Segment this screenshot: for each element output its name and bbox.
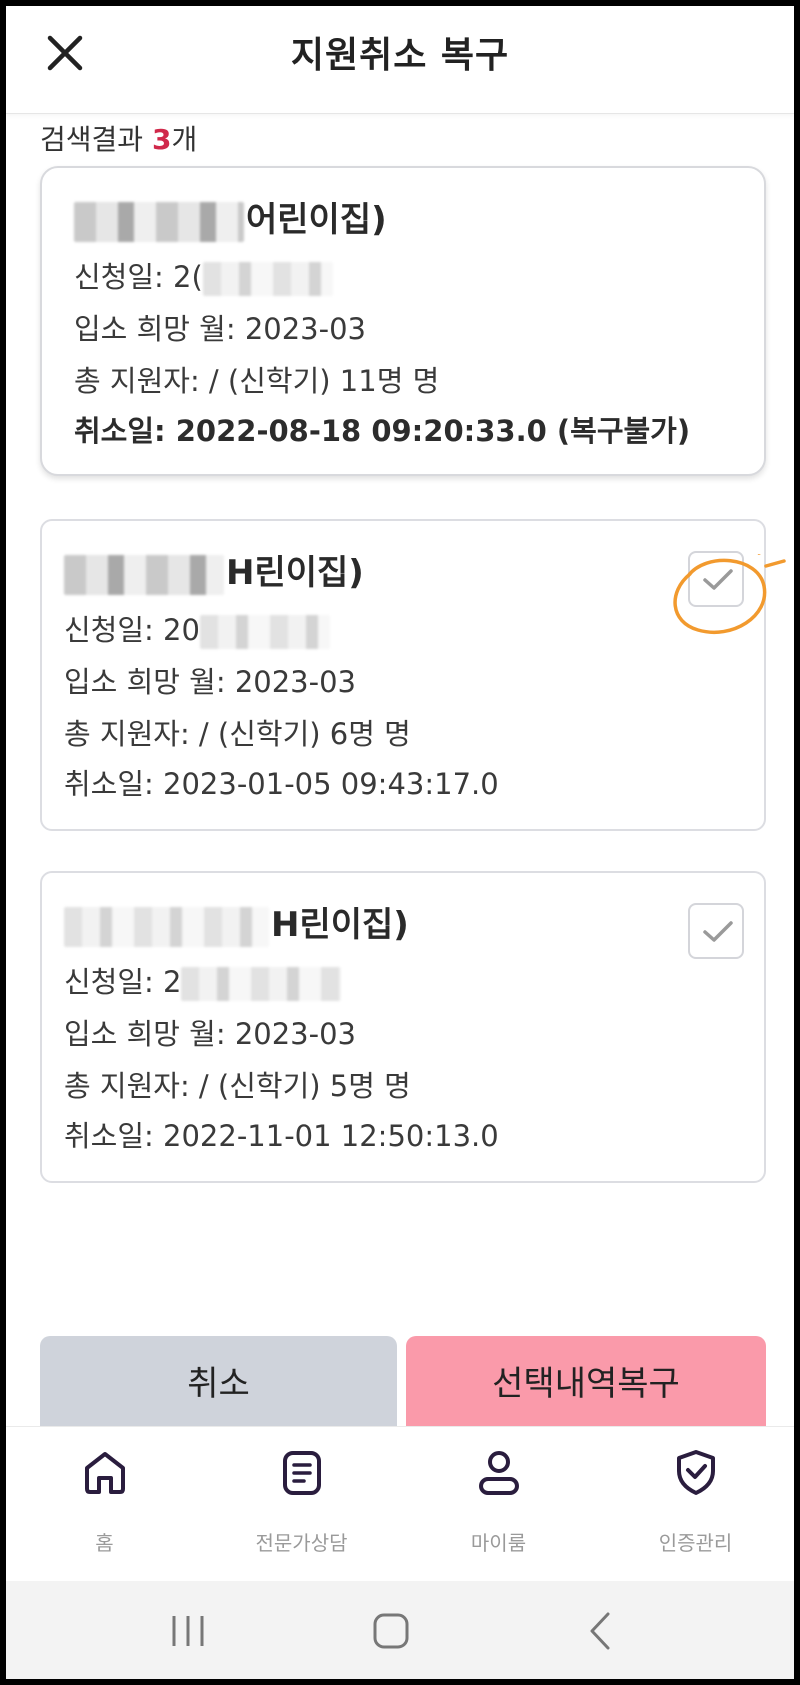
nav-label-auth: 인증관리: [658, 1531, 733, 1555]
home-system-button[interactable]: [331, 1581, 451, 1679]
redacted-date: [199, 615, 330, 649]
application-card[interactable]: H린이집) 신청일: 2 입소 희망 월: 2023-03 총 지원자: / (…: [40, 871, 766, 1183]
applied-date: 신청일: 2: [64, 959, 343, 1001]
app-header: 지원취소 복구: [6, 6, 794, 114]
result-count-label: 검색결과: [40, 123, 152, 156]
nav-item-consult[interactable]: 전문가상담: [203, 1427, 400, 1582]
cancel-date: 취소일: 2022-08-18 09:20:33.0 (복구불가): [74, 414, 691, 448]
shield-check-icon: [677, 1450, 715, 1495]
applicants-count: 총 지원자: / (신학기) 11명 명: [74, 364, 440, 398]
select-checkbox[interactable]: [688, 551, 744, 607]
applied-date-label: 신청일: 2(: [74, 260, 203, 294]
cancel-date: 취소일: 2023-01-05 09:43:17.0: [64, 767, 499, 801]
home-icon: [85, 1452, 125, 1494]
applicants-count: 총 지원자: / (신학기) 5명 명: [64, 1069, 411, 1103]
recent-apps-button[interactable]: [128, 1581, 248, 1679]
nav-item-home[interactable]: 홈: [6, 1427, 203, 1582]
redacted-date: [202, 262, 333, 296]
daycare-name-suffix: H린이집): [271, 905, 409, 945]
hope-month: 입소 희망 월: 2023-03: [74, 312, 366, 346]
nav-label-consult: 전문가상담: [255, 1531, 348, 1555]
page-title: 지원취소 복구: [290, 35, 510, 76]
daycare-name: H린이집): [64, 545, 364, 595]
redacted-name: [64, 906, 269, 947]
back-chevron-icon: [590, 1612, 610, 1650]
application-card: 어린이집) 신청일: 2( 입소 희망 월: 2023-03 총 지원자: / …: [40, 166, 766, 476]
result-count-suffix: 개: [171, 123, 198, 156]
back-button[interactable]: [542, 1581, 662, 1679]
daycare-name: H린이집): [64, 897, 409, 947]
applied-date-label: 신청일: 2: [64, 965, 182, 999]
result-count-number: 3: [151, 123, 172, 156]
nav-item-myroom[interactable]: 마이룸: [400, 1427, 597, 1582]
user-icon: [479, 1451, 519, 1495]
bottom-nav: 홈 전문가상담 마이룸 인증관리: [6, 1426, 794, 1581]
nav-label-home: 홈: [95, 1531, 114, 1555]
redacted-date: [181, 967, 342, 1001]
daycare-name-suffix: 어린이집): [246, 200, 387, 240]
cancel-button[interactable]: 취소: [40, 1336, 397, 1426]
applied-date: 신청일: 20: [64, 607, 332, 649]
screen: 지원취소 복구 검색결과 3개 어린이집) 신청일: 2( 입소 희망 월: 2…: [6, 6, 794, 1679]
hope-month: 입소 희망 월: 2023-03: [64, 1017, 356, 1051]
applied-date-label: 신청일: 20: [64, 613, 200, 647]
check-icon: [703, 921, 733, 942]
result-count: 검색결과 3개: [40, 118, 197, 158]
daycare-name-suffix: H린이집): [226, 553, 364, 593]
recent-apps-icon: [172, 1616, 204, 1646]
redacted-name: [64, 554, 224, 595]
application-card[interactable]: H린이집) 신청일: 20 입소 희망 월: 2023-03 총 지원자: / …: [40, 519, 766, 831]
check-icon: [703, 569, 733, 590]
daycare-name: 어린이집): [74, 192, 387, 242]
system-nav-bar: [6, 1581, 794, 1679]
restore-selected-button[interactable]: 선택내역복구: [406, 1336, 766, 1426]
select-checkbox[interactable]: [688, 903, 744, 959]
cancel-date: 취소일: 2022-11-01 12:50:13.0: [64, 1119, 499, 1153]
applied-date: 신청일: 2(: [74, 254, 335, 296]
applicants-count: 총 지원자: / (신학기) 6명 명: [64, 717, 411, 751]
redacted-name: [74, 201, 244, 242]
nav-label-myroom: 마이룸: [470, 1531, 527, 1555]
hope-month: 입소 희망 월: 2023-03: [64, 665, 356, 699]
nav-item-auth[interactable]: 인증관리: [597, 1427, 794, 1582]
home-square-icon: [373, 1613, 409, 1649]
document-icon: [283, 1451, 321, 1495]
